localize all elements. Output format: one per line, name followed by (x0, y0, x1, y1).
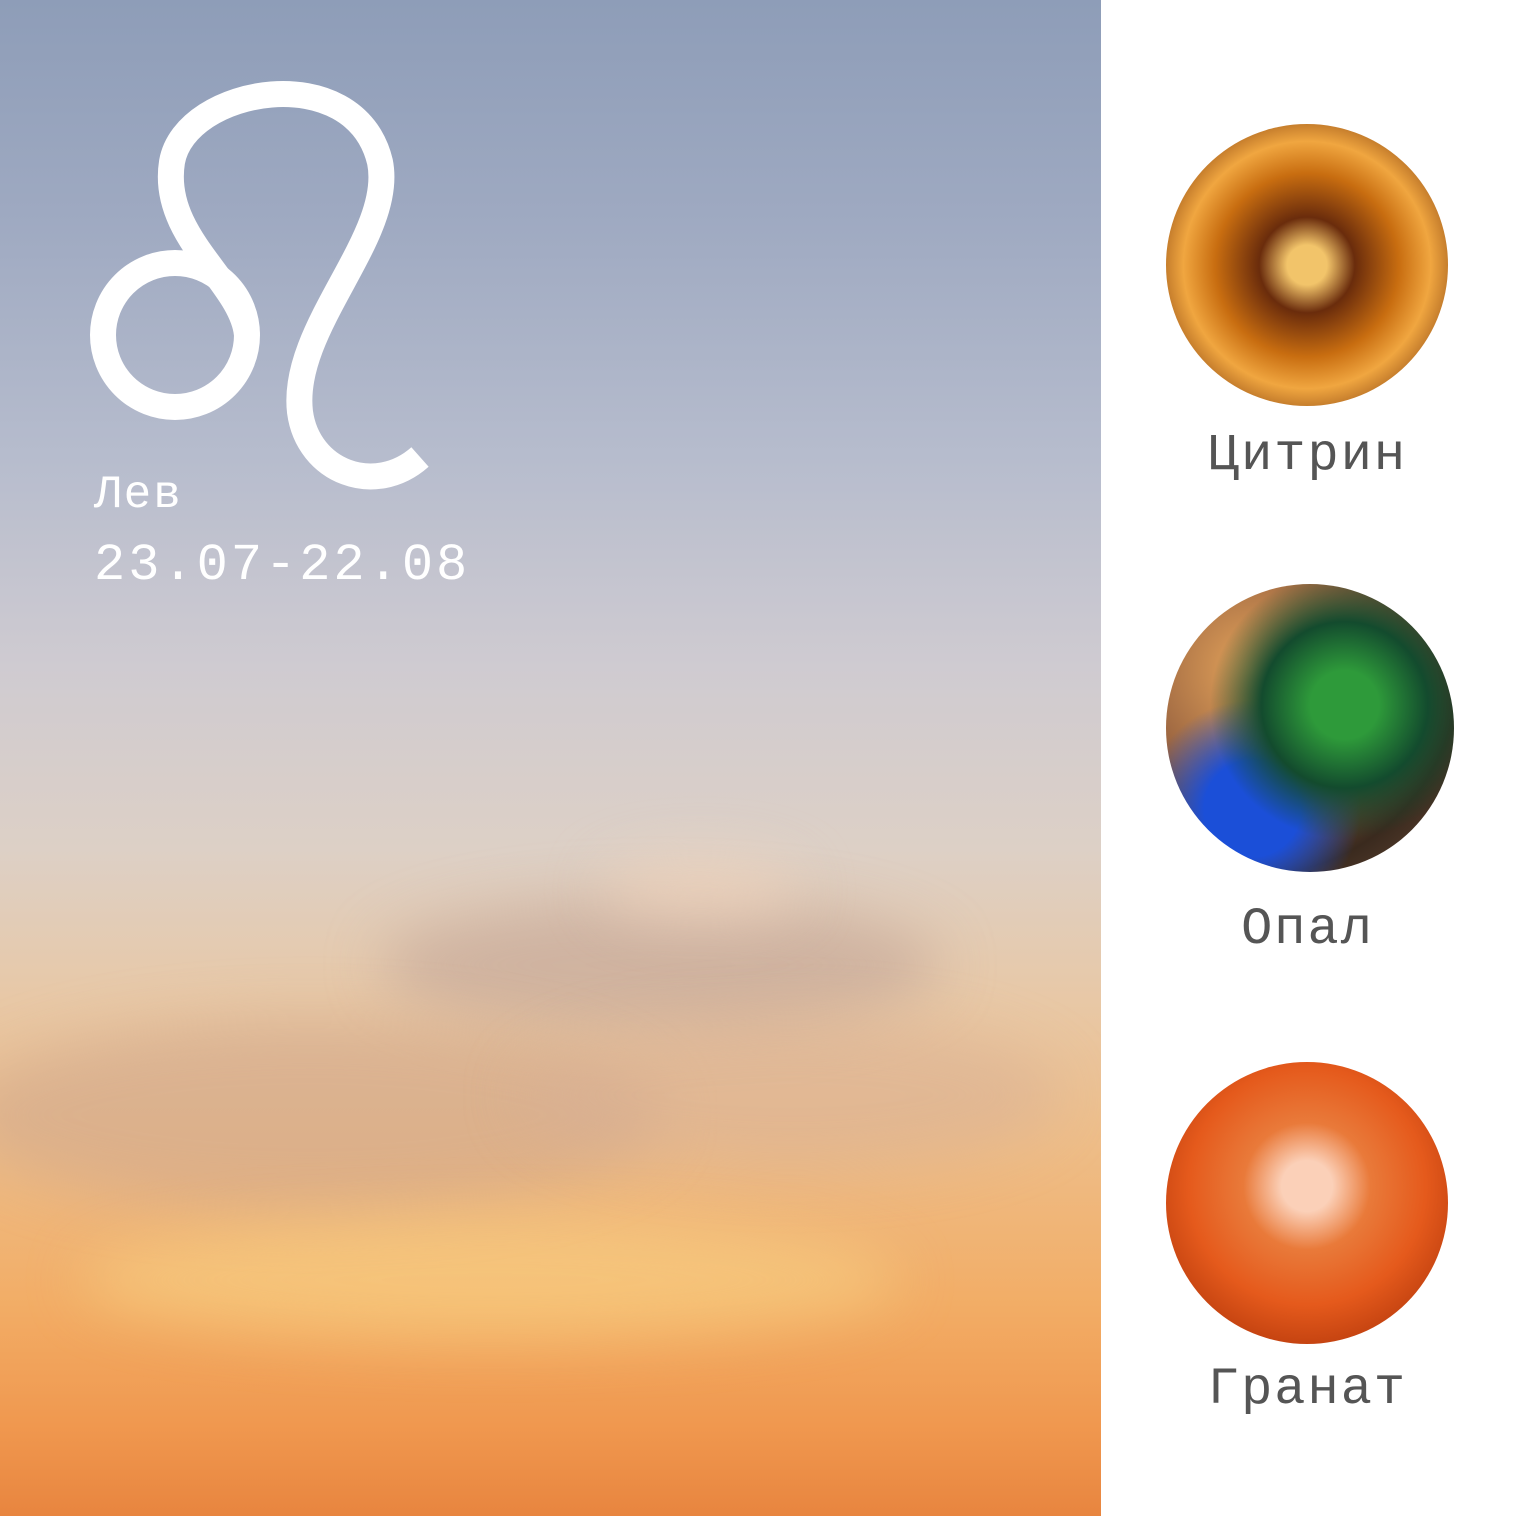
cloud (520, 1020, 1060, 1170)
sign-name: Лев (94, 469, 183, 521)
stone-garnet: Гранат (1100, 0, 1515, 1420)
sunset-sky-background: Лев 23.07-22.08 (0, 0, 1101, 1516)
cloud (600, 860, 800, 920)
garnet-gem-image (1166, 1062, 1448, 1344)
leo-zodiac-icon (90, 81, 429, 490)
sign-date-range: 23.07-22.08 (94, 536, 471, 595)
stone-label: Гранат (1207, 1360, 1408, 1419)
cloud (380, 900, 940, 1030)
cloud (80, 1220, 900, 1340)
